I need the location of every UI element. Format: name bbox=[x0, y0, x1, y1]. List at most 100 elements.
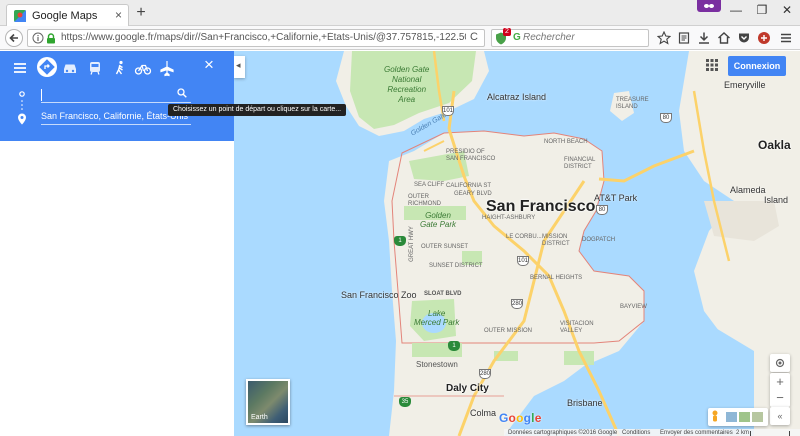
zoom-out-button[interactable]: − bbox=[770, 389, 790, 407]
menu-icon[interactable] bbox=[779, 31, 793, 45]
attribution-text: Données cartographiques ©2016 Google bbox=[508, 430, 618, 436]
my-location-button[interactable] bbox=[770, 354, 790, 372]
google-apps-icon[interactable] bbox=[706, 59, 718, 71]
earth-view-toggle[interactable]: Earth bbox=[246, 379, 290, 425]
directions-header: × San Francisco, Californie, États-Unis bbox=[0, 51, 234, 141]
label-sea-cliff: SEA CLIFF bbox=[414, 182, 445, 188]
search-bar[interactable]: 2 G Rechercher bbox=[491, 28, 649, 47]
label-geary: Geary Blvd bbox=[454, 191, 492, 197]
my-location-icon bbox=[775, 358, 785, 368]
label-sunset: SUNSET DISTRICT bbox=[429, 263, 483, 269]
scale-label: 2 km bbox=[736, 430, 750, 436]
highway-shield-80: 80 bbox=[660, 113, 672, 123]
addon-badge-count: 2 bbox=[503, 28, 511, 36]
menu-icon[interactable] bbox=[11, 59, 29, 77]
pocket-icon[interactable] bbox=[737, 31, 751, 45]
back-button[interactable] bbox=[5, 29, 23, 47]
url-text: https://www.google.fr/maps/dir//San+Fran… bbox=[61, 32, 466, 43]
bike-icon[interactable] bbox=[134, 59, 152, 77]
label-california-st: California St bbox=[446, 183, 492, 189]
flight-icon[interactable] bbox=[158, 59, 176, 77]
addon-icon[interactable] bbox=[757, 31, 771, 45]
addon-shield-icon[interactable]: 2 bbox=[495, 28, 511, 45]
transit-icon[interactable] bbox=[86, 59, 104, 77]
origin-input[interactable] bbox=[41, 87, 191, 103]
label-colma: Colma bbox=[470, 408, 497, 418]
search-engine-icon: G bbox=[513, 32, 521, 43]
star-icon[interactable] bbox=[657, 31, 671, 45]
tab-google-maps[interactable]: Google Maps × bbox=[6, 4, 129, 27]
label-great-highway: Great Hwy bbox=[408, 226, 415, 262]
zoom-controls: + − bbox=[770, 373, 790, 407]
expand-imagery-button[interactable]: « bbox=[770, 407, 790, 425]
highway-shield-101: 101 bbox=[442, 106, 454, 116]
earth-label: Earth bbox=[251, 414, 268, 421]
scale-bar-icon bbox=[750, 431, 790, 436]
google-logo-letter: G bbox=[499, 411, 509, 425]
label-brisbane: Brisbane bbox=[567, 398, 603, 408]
label-presidio: PRESIDIO OF SAN FRANCISCO bbox=[446, 149, 496, 162]
label-north-beach: NORTH BEACH bbox=[544, 139, 588, 145]
destination-pin-icon bbox=[18, 113, 26, 125]
label-daly-city: Daly City bbox=[446, 383, 489, 394]
google-logo: Google bbox=[499, 411, 542, 425]
private-browsing-icon bbox=[697, 0, 721, 12]
info-icon[interactable] bbox=[32, 32, 44, 44]
reload-icon[interactable]: C bbox=[470, 31, 478, 43]
highway-shield-80: 80 bbox=[596, 205, 608, 215]
street-view-strip[interactable] bbox=[708, 408, 768, 426]
label-zoo: San Francisco Zoo bbox=[341, 290, 417, 300]
highway-shield-101: 101 bbox=[517, 256, 529, 266]
label-alameda-island: Island bbox=[764, 195, 789, 205]
collapse-panel-button[interactable]: ◂ bbox=[234, 56, 245, 78]
pegman-icon bbox=[712, 410, 763, 422]
google-logo-letter: o bbox=[516, 411, 524, 425]
search-icon[interactable] bbox=[177, 88, 187, 98]
back-arrow-icon bbox=[9, 33, 18, 43]
highway-shield-35: 35 bbox=[399, 397, 411, 407]
label-alameda: Alameda bbox=[730, 185, 766, 195]
label-visitacion: VISITACION VALLEY bbox=[560, 321, 594, 334]
label-bernal: BERNAL HEIGHTS bbox=[530, 275, 583, 281]
google-logo-letter: o bbox=[508, 411, 517, 425]
tab-bar: Google Maps × + — ❐ ✕ bbox=[0, 0, 800, 27]
window-close-button[interactable]: ✕ bbox=[774, 2, 800, 18]
label-haight: HAIGHT-ASHBURY bbox=[482, 215, 536, 221]
highway-shield-1: 1 bbox=[394, 236, 406, 246]
label-ggnra: Golden Gate National Recreation Area bbox=[384, 65, 430, 104]
new-tab-button[interactable]: + bbox=[134, 4, 148, 22]
car-icon[interactable] bbox=[61, 59, 79, 77]
restore-button[interactable]: ❐ bbox=[749, 2, 775, 18]
label-outer-richmond: OUTER RICHMOND bbox=[408, 194, 441, 207]
highway-shield-280: 280 bbox=[479, 369, 491, 379]
label-dogpatch: DOGPATCH bbox=[582, 237, 616, 243]
google-logo-letter: g bbox=[523, 411, 532, 425]
conditions-link[interactable]: Conditions bbox=[622, 430, 650, 436]
sign-in-button[interactable]: Connexion bbox=[728, 56, 786, 76]
google-maps-favicon-icon bbox=[14, 10, 26, 22]
highway-shield-1: 1 bbox=[448, 341, 460, 351]
label-oakland: Oakla bbox=[758, 138, 791, 152]
minimize-button[interactable]: — bbox=[723, 2, 749, 18]
mode-best-route-button[interactable] bbox=[37, 57, 57, 77]
download-icon[interactable] bbox=[697, 31, 711, 45]
tab-close-icon[interactable]: × bbox=[115, 8, 122, 22]
label-mission: MISSION DISTRICT bbox=[542, 234, 570, 247]
highway-shield-280: 280 bbox=[511, 299, 523, 309]
label-le-corbusier: LE CORBU... bbox=[506, 234, 542, 240]
close-directions-button[interactable]: × bbox=[204, 55, 214, 75]
feedback-link[interactable]: Envoyer des commentaires bbox=[660, 430, 733, 436]
label-financial: FINANCIAL DISTRICT bbox=[564, 157, 596, 170]
label-stonestown: Stonestown bbox=[416, 360, 458, 369]
label-bayview: BAYVIEW bbox=[620, 304, 647, 310]
label-lake-merced: Lake Merced Park bbox=[414, 309, 460, 327]
home-icon[interactable] bbox=[717, 31, 731, 45]
label-att-park: AT&T Park bbox=[594, 193, 638, 203]
reader-icon[interactable] bbox=[677, 31, 691, 45]
label-outer-sunset: OUTER SUNSET bbox=[421, 244, 469, 250]
walk-icon[interactable] bbox=[111, 59, 129, 77]
address-bar[interactable]: https://www.google.fr/maps/dir//San+Fran… bbox=[27, 29, 485, 47]
search-input[interactable]: Rechercher bbox=[523, 32, 575, 43]
label-outer-mission: OUTER MISSION bbox=[484, 328, 533, 334]
lock-icon bbox=[47, 33, 55, 44]
